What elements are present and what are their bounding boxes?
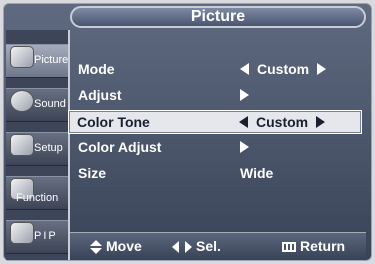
sidebar: Picture Sound Setup Function PIP <box>6 30 70 260</box>
menu-row-size[interactable]: Size Wide <box>70 162 364 186</box>
sound-icon <box>10 90 34 112</box>
sidebar-item-function[interactable]: Function <box>6 168 68 210</box>
sidebar-item-pip[interactable]: PIP <box>6 212 68 254</box>
sidebar-item-label: PIP <box>34 230 58 242</box>
sidebar-item-label: Sound <box>34 98 66 110</box>
right-arrow-icon[interactable] <box>316 116 326 129</box>
left-arrow-icon[interactable] <box>240 63 249 76</box>
menu-row-adjust[interactable]: Adjust <box>70 84 364 108</box>
menu-row-value: Custom <box>240 61 327 77</box>
bottom-help-bar: Move Sel. Return <box>70 232 366 259</box>
menu-row-value: Custom <box>239 114 326 130</box>
picture-icon <box>10 46 34 68</box>
right-arrow-icon[interactable] <box>240 141 249 154</box>
menu-title: Picture <box>70 6 366 28</box>
sidebar-item-label: Function <box>16 192 59 204</box>
right-arrow-icon[interactable] <box>240 89 249 102</box>
menu-row-label: Adjust <box>78 87 122 103</box>
menu-icon <box>282 242 296 253</box>
left-right-arrow-icon <box>172 241 192 254</box>
menu-row-label: Size <box>78 165 107 181</box>
menu-row-value <box>240 139 249 155</box>
menu-row-label: Color Adjust <box>78 139 162 155</box>
pip-icon <box>10 222 34 244</box>
menu-row-color-adjust[interactable]: Color Adjust <box>70 136 364 160</box>
sidebar-item-setup[interactable]: Setup <box>6 124 68 166</box>
select-hint: Sel. <box>172 238 221 254</box>
tv-osd-screen: Picture Picture Sound Setup Function PIP <box>0 0 375 264</box>
menu-row-value <box>240 87 249 103</box>
sidebar-item-label: Picture <box>34 54 69 66</box>
menu-list: Mode Custom Adjust Color Tone Custom Col… <box>68 28 366 228</box>
menu-row-label: Color Tone <box>77 114 150 130</box>
menu-row-mode[interactable]: Mode Custom <box>70 58 364 82</box>
sidebar-item-sound[interactable]: Sound <box>6 80 68 122</box>
right-arrow-icon[interactable] <box>317 63 327 76</box>
menu-row-label: Mode <box>78 61 115 77</box>
move-hint: Move <box>90 238 142 255</box>
return-hint[interactable]: Return <box>282 238 345 254</box>
sidebar-item-label: Setup <box>34 142 63 154</box>
sidebar-item-picture[interactable]: Picture <box>6 36 68 78</box>
menu-row-value: Wide <box>240 165 274 181</box>
menu-row-color-tone[interactable]: Color Tone Custom <box>68 110 362 134</box>
left-arrow-icon[interactable] <box>239 116 248 129</box>
up-down-arrow-icon <box>90 240 102 255</box>
setup-icon <box>10 134 34 156</box>
